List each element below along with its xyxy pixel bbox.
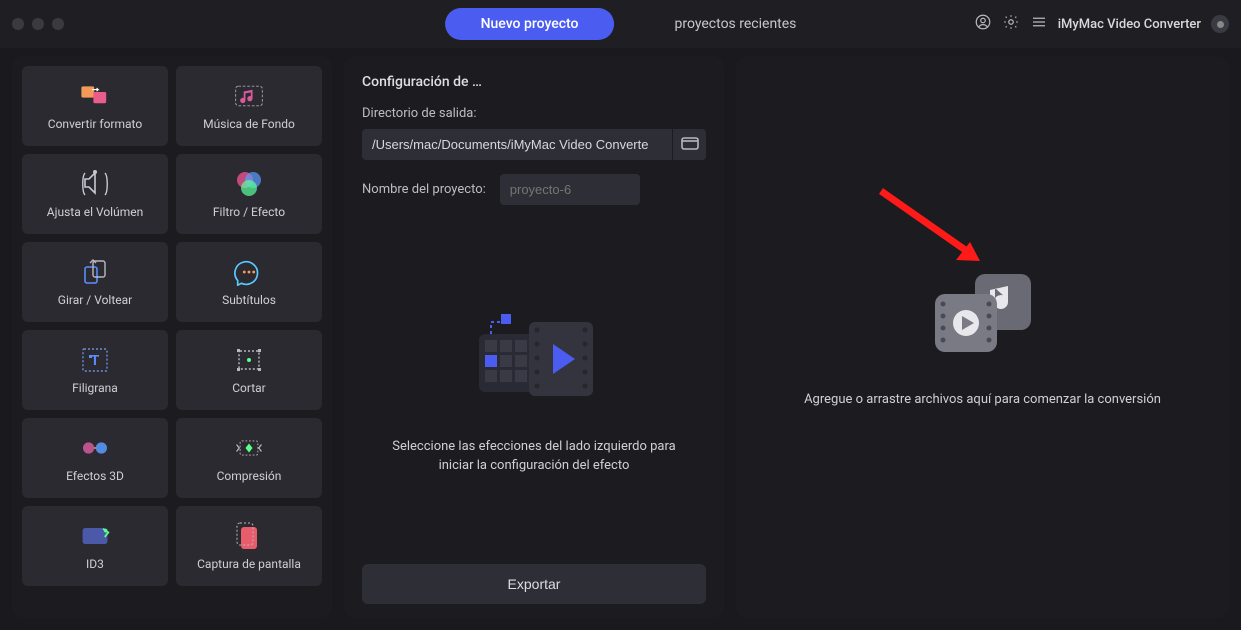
tab-new-project[interactable]: Nuevo proyecto [445,8,615,40]
feature-screenshot[interactable]: Captura de pantalla [176,506,322,586]
feature-id3[interactable]: ID3 [22,506,168,586]
feature-rotate-flip[interactable]: Girar / Voltear [22,242,168,322]
feature-compression[interactable]: Compresión [176,418,322,498]
feature-label: Girar / Voltear [58,293,132,307]
screenshot-icon [233,521,265,551]
browse-folder-button[interactable] [672,129,706,160]
top-tabs: Nuevo proyecto proyectos recientes [445,8,797,40]
account-icon[interactable] [974,13,992,35]
compression-icon [233,433,265,463]
feature-label: ID3 [86,557,104,571]
file-dropzone[interactable]: Agregue o arrastre archivos aquí para co… [736,56,1229,618]
zoom-window-dot[interactable] [52,18,64,30]
feature-label: Ajusta el Volúmen [47,205,143,219]
config-heading: Configuración de … [362,74,706,90]
feature-sidebar: Convertir formato Música de Fondo Ajusta… [12,56,332,618]
feature-convert-format[interactable]: Convertir formato [22,66,168,146]
feature-label: Compresión [217,469,282,483]
config-panel: Configuración de … Directorio de salida:… [344,56,724,618]
bg-music-icon [233,81,265,111]
svg-text:T: T [91,353,100,369]
feature-label: Música de Fondo [203,117,295,131]
project-name-label: Nombre del proyecto: [362,182,486,197]
convert-format-icon [79,81,111,111]
feature-label: Filtro / Efecto [213,205,285,219]
feature-subtitles[interactable]: Subtítulos [176,242,322,322]
minimize-window-dot[interactable] [32,18,44,30]
id3-icon [79,521,111,551]
project-name-input[interactable] [500,174,640,205]
settings-icon[interactable] [1002,13,1020,35]
app-name-label: iMyMac Video Converter [1058,17,1201,32]
annotation-arrow-icon [876,186,996,276]
feature-watermark[interactable]: T Filigrana [22,330,168,410]
titlebar: Nuevo proyecto proyectos recientes iMyMa… [0,0,1241,48]
effects-hero-icon [459,304,609,418]
volume-icon [79,169,111,199]
feature-bg-music[interactable]: Música de Fondo [176,66,322,146]
feature-label: Captura de pantalla [197,557,301,571]
output-dir-input[interactable] [362,129,672,160]
3d-glasses-icon [79,433,111,463]
subtitles-icon [233,257,265,287]
close-window-dot[interactable] [12,18,24,30]
folder-icon [681,135,699,154]
dropzone-text: Agregue o arrastre archivos aquí para co… [804,392,1161,407]
rotate-flip-icon [79,257,111,287]
crop-icon [233,345,265,375]
watermark-icon: T [79,345,111,375]
feature-label: Efectos 3D [66,469,124,483]
feature-label: Cortar [232,381,266,395]
feature-adjust-volume[interactable]: Ajusta el Volúmen [22,154,168,234]
feature-filter-effect[interactable]: Filtro / Efecto [176,154,322,234]
filter-effect-icon [233,169,265,199]
config-hero-text: Seleccione las efecciones del lado izqui… [384,438,684,474]
feature-3d-effects[interactable]: Efectos 3D [22,418,168,498]
feature-label: Subtítulos [222,293,276,307]
feature-label: Convertir formato [48,117,142,131]
tab-recent-projects[interactable]: proyectos recientes [674,16,796,32]
output-dir-label: Directorio de salida: [362,106,706,121]
export-button[interactable]: Exportar [362,564,706,604]
feature-crop[interactable]: Cortar [176,330,322,410]
record-indicator-icon[interactable] [1211,15,1229,33]
feature-label: Filigrana [72,381,118,395]
menu-icon[interactable] [1030,13,1048,35]
window-controls [12,18,64,30]
media-files-icon [923,268,1043,362]
